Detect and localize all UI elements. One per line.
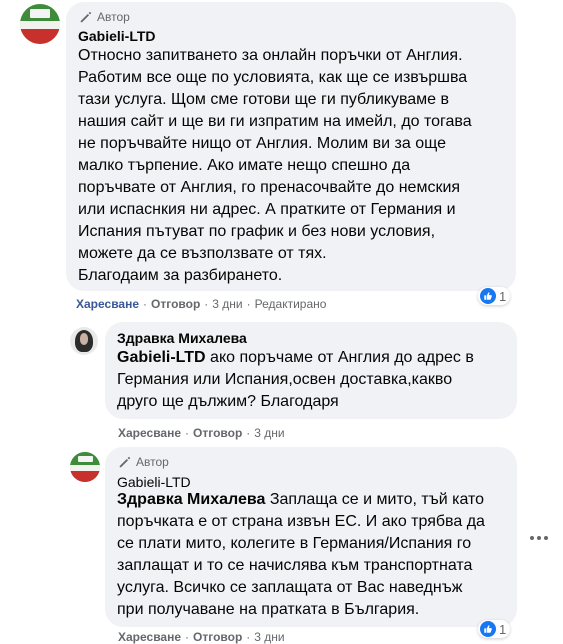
reply-timestamp[interactable]: 3 дни: [254, 426, 284, 440]
author-badge: Автор: [79, 10, 130, 24]
mention-link[interactable]: Gabieli-LTD: [117, 349, 206, 366]
reply-author[interactable]: Здравка Михалева: [117, 330, 247, 346]
reaction-summary[interactable]: 1: [478, 287, 511, 305]
reply-message: Заплаща се и мито, тъй като поръчката е …: [117, 491, 485, 618]
reaction-summary[interactable]: 1: [478, 620, 511, 638]
thumbs-up-icon: [480, 288, 496, 304]
mention-link[interactable]: Здравка Михалева: [117, 491, 265, 508]
comment-bubble: Автор Gabieli-LTD Относно запитването за…: [66, 2, 516, 291]
comment-timestamp[interactable]: 3 дни: [212, 297, 242, 311]
separator-dot: ·: [246, 297, 251, 311]
reply-timestamp[interactable]: 3 дни: [254, 630, 284, 644]
reply-author[interactable]: Gabieli-LTD: [117, 474, 191, 490]
like-button[interactable]: Харесване: [76, 297, 139, 311]
reply-bubble: Автор Gabieli-LTD Здравка Михалева Запла…: [105, 447, 517, 627]
like-button[interactable]: Харесване: [118, 630, 181, 644]
avatar[interactable]: [20, 4, 60, 44]
separator-dot: ·: [204, 297, 209, 311]
author-badge-label: Автор: [97, 10, 130, 24]
comment-actions: Харесване · Отговор · 3 дни · Редактиран…: [76, 297, 326, 311]
separator-dot: ·: [185, 426, 190, 440]
reply-actions: Харесване · Отговор · 3 дни: [118, 426, 285, 440]
reply-text: Gabieli-LTD ако поръчаме от Англия до ад…: [117, 347, 515, 413]
edited-label[interactable]: Редактирано: [255, 297, 327, 311]
more-options-icon[interactable]: [530, 536, 548, 540]
avatar[interactable]: [70, 452, 100, 482]
reply-actions: Харесване · Отговор · 3 дни: [118, 630, 285, 644]
author-badge-label: Автор: [136, 455, 169, 469]
like-button[interactable]: Харесване: [118, 426, 181, 440]
comment-author[interactable]: Gabieli-LTD: [78, 28, 156, 44]
reaction-count: 1: [499, 621, 507, 637]
pencil-icon: [119, 456, 131, 468]
avatar[interactable]: [70, 327, 98, 355]
comment-text: Относно запитването за онлайн поръчки от…: [78, 47, 472, 284]
separator-dot: ·: [143, 297, 148, 311]
reply-text: Здравка Михалева Заплаща се и мито, тъй …: [117, 489, 515, 621]
reaction-count: 1: [499, 288, 507, 304]
reply-button[interactable]: Отговор: [193, 426, 242, 440]
separator-dot: ·: [246, 426, 251, 440]
reply-button[interactable]: Отговор: [151, 297, 200, 311]
reply-button[interactable]: Отговор: [193, 630, 242, 644]
thumbs-up-icon: [480, 621, 496, 637]
separator-dot: ·: [185, 630, 190, 644]
separator-dot: ·: [246, 630, 251, 644]
author-badge: Автор: [118, 455, 169, 469]
pencil-icon: [80, 11, 92, 23]
reply-bubble: Здравка Михалева Gabieli-LTD ако поръчам…: [105, 322, 517, 419]
